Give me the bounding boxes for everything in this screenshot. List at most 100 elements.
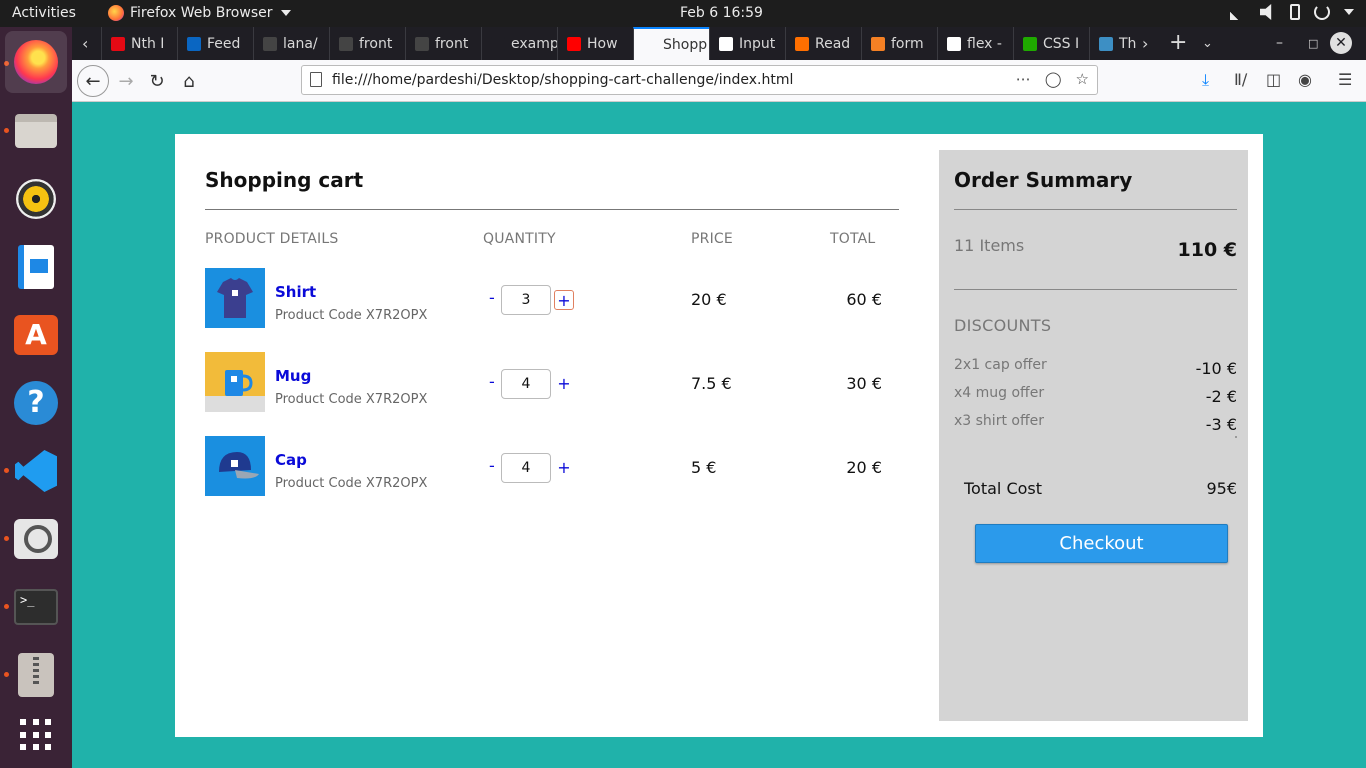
page-actions-icon[interactable]: ⋯ xyxy=(1016,70,1031,88)
browser-tab[interactable]: form xyxy=(861,27,937,60)
checkout-button[interactable]: Checkout xyxy=(975,524,1228,563)
decrease-quantity-button[interactable]: - xyxy=(489,288,495,307)
discounts-title: DISCOUNTS xyxy=(954,316,1052,335)
show-applications-button[interactable] xyxy=(12,711,60,759)
favicon-icon xyxy=(415,36,429,51)
volume-icon xyxy=(1260,4,1272,20)
product-thumbnail xyxy=(205,436,265,496)
url-bar[interactable]: file:///home/pardeshi/Desktop/shopping-c… xyxy=(301,65,1098,95)
cart-card: Shopping cart PRODUCT DETAILS QUANTITY P… xyxy=(175,134,1263,737)
forward-button[interactable]: → xyxy=(112,67,140,95)
dock-terminal[interactable]: >_ xyxy=(12,583,60,631)
favicon-icon xyxy=(719,36,733,51)
browser-tab[interactable]: Shopp✕ xyxy=(633,27,709,60)
dock-magnifier[interactable] xyxy=(12,515,60,563)
activities-button[interactable]: Activities xyxy=(12,5,76,21)
quantity-input[interactable] xyxy=(501,453,551,483)
tab-scroll-right-icon[interactable]: › xyxy=(1142,34,1148,53)
favicon-icon xyxy=(1099,36,1113,51)
home-button[interactable]: ⌂ xyxy=(175,67,203,95)
pocket-icon[interactable]: ◯ xyxy=(1045,70,1062,88)
tab-label: example xyxy=(511,35,557,52)
quantity-input[interactable] xyxy=(501,369,551,399)
browser-tab[interactable]: Feed xyxy=(177,27,253,60)
dock-help[interactable]: ? xyxy=(12,379,60,427)
running-indicator xyxy=(4,604,9,609)
dock-firefox[interactable] xyxy=(5,31,67,93)
tab-scroll-left-icon[interactable]: ‹ xyxy=(82,34,88,53)
product-name[interactable]: Mug xyxy=(275,367,311,385)
decrease-quantity-button[interactable]: - xyxy=(489,372,495,391)
running-indicator xyxy=(4,672,9,677)
product-name[interactable]: Cap xyxy=(275,451,307,469)
favicon-icon xyxy=(263,36,277,51)
decrease-quantity-button[interactable]: - xyxy=(489,456,495,475)
column-header-total: TOTAL xyxy=(830,231,876,247)
divider xyxy=(205,209,899,210)
product-price: 20 € xyxy=(691,290,727,309)
browser-tab[interactable]: Read xyxy=(785,27,861,60)
discount-amount: -3 € xyxy=(1205,415,1237,434)
bookmark-star-icon[interactable]: ☆ xyxy=(1076,70,1089,88)
browser-tab[interactable]: front xyxy=(329,27,405,60)
favicon-icon xyxy=(111,36,125,51)
tab-label: How xyxy=(587,35,618,52)
product-code: Product Code X7R2OPX xyxy=(275,392,428,407)
reload-button[interactable]: ↻ xyxy=(143,67,171,95)
shirt-image xyxy=(217,278,253,318)
minimize-icon[interactable]: – xyxy=(1276,35,1283,51)
dock-archive[interactable] xyxy=(12,651,60,699)
increase-quantity-button[interactable]: + xyxy=(554,290,574,310)
increase-quantity-button[interactable]: + xyxy=(554,458,574,478)
browser-tab[interactable]: flex - xyxy=(937,27,1013,60)
product-code: Product Code X7R2OPX xyxy=(275,308,428,323)
terminal-icon: >_ xyxy=(14,589,58,625)
clock[interactable]: Feb 6 16:59 xyxy=(680,5,763,21)
browser-tab[interactable]: Nth I xyxy=(101,27,177,60)
browser-tab[interactable]: How xyxy=(557,27,633,60)
downloads-icon[interactable]: ⤓ xyxy=(1202,70,1209,90)
items-count: 11 Items xyxy=(954,236,1025,255)
new-tab-icon[interactable]: + xyxy=(1169,30,1187,55)
browser-tab[interactable]: example xyxy=(481,27,557,60)
dock-files[interactable] xyxy=(12,107,60,155)
restore-icon[interactable]: □ xyxy=(1308,37,1318,50)
tab-label: Input xyxy=(739,35,776,52)
browser-tab[interactable]: lana/ xyxy=(253,27,329,60)
product-row: Shirt Product Code X7R2OPX - +20 € 60 € xyxy=(205,268,899,328)
dock-rhythmbox[interactable] xyxy=(12,175,60,223)
sidebar-icon[interactable]: ◫ xyxy=(1266,70,1281,89)
navigation-toolbar: ← → ↻ ⌂ file:///home/pardeshi/Desktop/sh… xyxy=(72,60,1366,102)
url-text: file:///home/pardeshi/Desktop/shopping-c… xyxy=(332,72,794,88)
browser-tab[interactable]: front xyxy=(405,27,481,60)
dock-software[interactable]: A xyxy=(12,311,60,359)
discount-amount: -2 € xyxy=(1205,387,1237,406)
files-icon xyxy=(15,114,57,148)
dock-vscode[interactable] xyxy=(12,447,60,495)
discount-name: x4 mug offer xyxy=(954,385,1045,401)
quantity-input[interactable] xyxy=(501,285,551,315)
library-icon[interactable]: Ⅱ∕ xyxy=(1234,70,1247,89)
running-indicator xyxy=(4,536,9,541)
product-name[interactable]: Shirt xyxy=(275,283,316,301)
browser-tab[interactable]: Th xyxy=(1089,27,1141,60)
close-window-icon[interactable]: ✕ xyxy=(1330,32,1352,54)
page-icon xyxy=(310,72,322,87)
browser-tab[interactable]: Input xyxy=(709,27,785,60)
menu-icon[interactable]: ☰ xyxy=(1338,70,1352,89)
list-tabs-icon[interactable]: ⌄ xyxy=(1202,36,1213,51)
back-button[interactable]: ← xyxy=(77,65,109,97)
increase-quantity-button[interactable]: + xyxy=(554,374,574,394)
subtotal: 110 € xyxy=(1177,239,1238,261)
tab-label: Read xyxy=(815,35,851,52)
product-total: 30 € xyxy=(846,374,882,393)
browser-tab[interactable]: CSS I xyxy=(1013,27,1089,60)
tab-label: Shopp xyxy=(663,36,708,53)
mug-image xyxy=(205,370,265,412)
system-tray[interactable] xyxy=(1230,4,1354,20)
app-menu[interactable]: Firefox Web Browser xyxy=(108,5,291,21)
dock-writer[interactable] xyxy=(12,243,60,291)
decorative-dot xyxy=(1235,436,1237,438)
tab-label: front xyxy=(359,35,393,52)
account-icon[interactable]: ◉ xyxy=(1298,70,1312,89)
